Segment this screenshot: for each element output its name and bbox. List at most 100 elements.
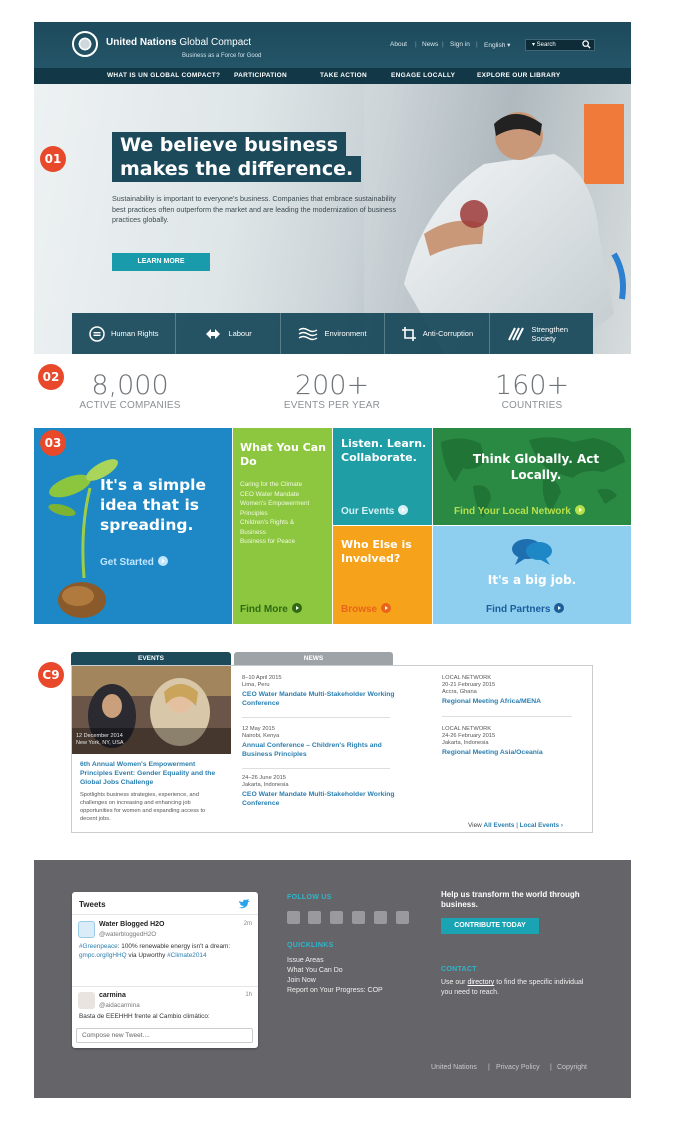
stat-value: 200+ [294,370,370,401]
nav-explore-library[interactable]: EXPLORE OUR LIBRARY [477,72,560,79]
follow-us-heading: FOLLOW US [287,894,332,901]
quicklink[interactable]: What You Can Do [287,966,383,976]
tweet-author[interactable]: carmina [99,992,126,999]
youtube-icon[interactable] [308,911,321,924]
strengthen-society-icon [508,327,525,340]
stat-value: 160+ [494,370,570,401]
list-item[interactable]: Business for Peace [240,537,324,547]
learn-more-button[interactable]: LEARN MORE [112,253,210,271]
list-item[interactable]: Children's Rights & Business [240,518,304,537]
section-marker: 01 [40,146,66,172]
rss-icon[interactable] [396,911,409,924]
directory-link[interactable]: directory [467,979,494,986]
news-title-link[interactable]: Regional Meeting Asia/Oceania [442,748,612,757]
nav-participation[interactable]: PARTICIPATION [234,72,287,79]
news-title-link[interactable]: CEO Water Mandate Multi-Stakeholder Work… [242,790,412,808]
tweets-header: Tweets [79,900,106,909]
issue-label: Anti-Corruption [422,329,474,338]
issue-anti-corruption[interactable]: Anti-Corruption [385,313,490,354]
language-select[interactable]: English ▾ [484,41,510,49]
facebook-icon[interactable] [352,911,365,924]
quicklink[interactable]: Issue Areas [287,956,383,966]
stat-countries: 160+ COUNTRIES [472,370,592,412]
twitter-icon[interactable] [287,911,300,924]
find-partners-link[interactable]: Find Partners [486,603,565,615]
legal-link-copyright[interactable]: Copyright [557,1064,587,1071]
stat-label: COUNTRIES [501,400,563,411]
get-started-link[interactable]: Get Started [100,556,168,568]
news-title-link[interactable]: Regional Meeting Africa/MENA [442,697,612,706]
sign-in-link[interactable]: Sign in [450,41,470,48]
news-link[interactable]: News [422,41,438,48]
tab-news[interactable]: NEWS [234,652,393,665]
issue-label: Labour [228,329,252,338]
issue-strengthen-society[interactable]: Strengthen Society [490,313,593,354]
find-more-link[interactable]: Find More [240,603,302,615]
linkedin-icon[interactable] [330,911,343,924]
stat-events: 200+ EVENTS PER YEAR [272,370,392,412]
search-icon[interactable] [582,40,591,49]
tile-who-else[interactable]: Who Else is Involved? Browse [333,526,432,624]
tab-events[interactable]: EVENTS [71,652,231,665]
brand-title[interactable]: United Nations Global Compact [106,37,251,48]
featured-event-title[interactable]: 6th Annual Women's Empowerment Principle… [80,760,220,787]
tile-simple-idea[interactable]: It's a simple idea that is spreading. Ge… [34,428,232,624]
our-events-link[interactable]: Our Events [341,505,409,517]
list-item[interactable]: Women's Empowerment Principles [240,499,324,518]
legal-link-privacy[interactable]: Privacy Policy [496,1064,540,1071]
tweet[interactable]: carmina @aidacarmina 1h Basta de EEEHHH … [72,986,258,1028]
flickr-icon[interactable] [374,911,387,924]
arrow-circle-icon [381,603,392,613]
tweet-handle[interactable]: @aidacarmina [99,1002,140,1009]
tile-listen-learn[interactable]: Listen. Learn. Collaborate. Our Events [333,428,432,525]
local-events-link[interactable]: Local Events [520,822,559,829]
issue-human-rights[interactable]: Human Rights [72,313,177,354]
issue-label: Strengthen Society [531,324,569,343]
tweet-author[interactable]: Water Blogged H2O [99,921,164,928]
issue-label: Environment [324,329,367,338]
help-heading: Help us transform the world through busi… [441,890,580,909]
browse-link[interactable]: Browse [341,603,392,615]
twitter-bird-icon [239,899,250,909]
nav-what-is[interactable]: WHAT IS UN GLOBAL COMPACT? [107,72,220,79]
nav-engage-locally[interactable]: ENGAGE LOCALLY [391,72,455,79]
section-marker: C9 [38,662,64,688]
section-marker: 02 [38,364,64,390]
anti-corruption-icon [401,326,416,341]
issue-environment[interactable]: Environment [281,313,386,354]
tweet[interactable]: Water Blogged H2O @waterbloggedH2O 2m #G… [72,914,258,986]
issue-labour[interactable]: Labour [176,313,281,354]
hero-headline-1: We believe business [112,132,347,158]
tile-title: It's a simple idea that is spreading. [100,476,207,534]
contribute-button[interactable]: CONTRIBUTE TODAY [441,918,539,934]
tweet-handle[interactable]: @waterbloggedH2O [99,931,156,938]
news-title-link[interactable]: Annual Conference – Children's Rights an… [242,741,412,759]
news-title-link[interactable]: CEO Water Mandate Multi-Stakeholder Work… [242,690,412,708]
stat-label: EVENTS PER YEAR [283,400,381,411]
nav-take-action[interactable]: TAKE ACTION [320,72,367,79]
all-events-link[interactable]: All Events [484,822,515,829]
issue-label: Human Rights [110,329,159,338]
featured-event-description: Spotlights business strategies, experien… [80,792,206,822]
tweets-widget: Tweets Water Blogged H2O @waterbloggedH2… [72,892,258,1048]
featured-event-caption: 12 December 2014 New York, NY, USA [76,733,124,746]
tile-think-globally[interactable]: Think Globally. Act Locally. Find Your L… [433,428,631,525]
tweet-text: #Greenpeace: 100% renewable energy isn't… [79,943,231,959]
tile-big-job[interactable]: It's a big job. Find Partners [433,526,631,624]
tweet-time: 1h [245,992,252,998]
compose-tweet-input[interactable]: Compose new Tweet.... [76,1028,253,1043]
about-link[interactable]: About [390,41,407,48]
tile-what-you-can-do[interactable]: What You Can Do Caring for the Climate C… [233,428,332,624]
arrow-circle-icon [554,603,565,613]
un-logo-icon[interactable] [72,31,98,57]
hero-headline-2: makes the difference. [112,156,362,182]
news-item: LOCAL NETWORK 20-21 February 2015 Accra,… [442,675,612,706]
divider [442,716,572,717]
quicklink[interactable]: Join Now [287,976,383,986]
list-item[interactable]: CEO Water Mandate [240,490,324,500]
legal-link-un[interactable]: United Nations [431,1064,477,1071]
find-local-network-link[interactable]: Find Your Local Network [454,505,585,517]
brand-tagline: Business as a Force for Good [182,53,262,59]
list-item[interactable]: Caring for the Climate [240,480,324,490]
quicklink[interactable]: Report on Your Progress: COP [287,986,383,996]
